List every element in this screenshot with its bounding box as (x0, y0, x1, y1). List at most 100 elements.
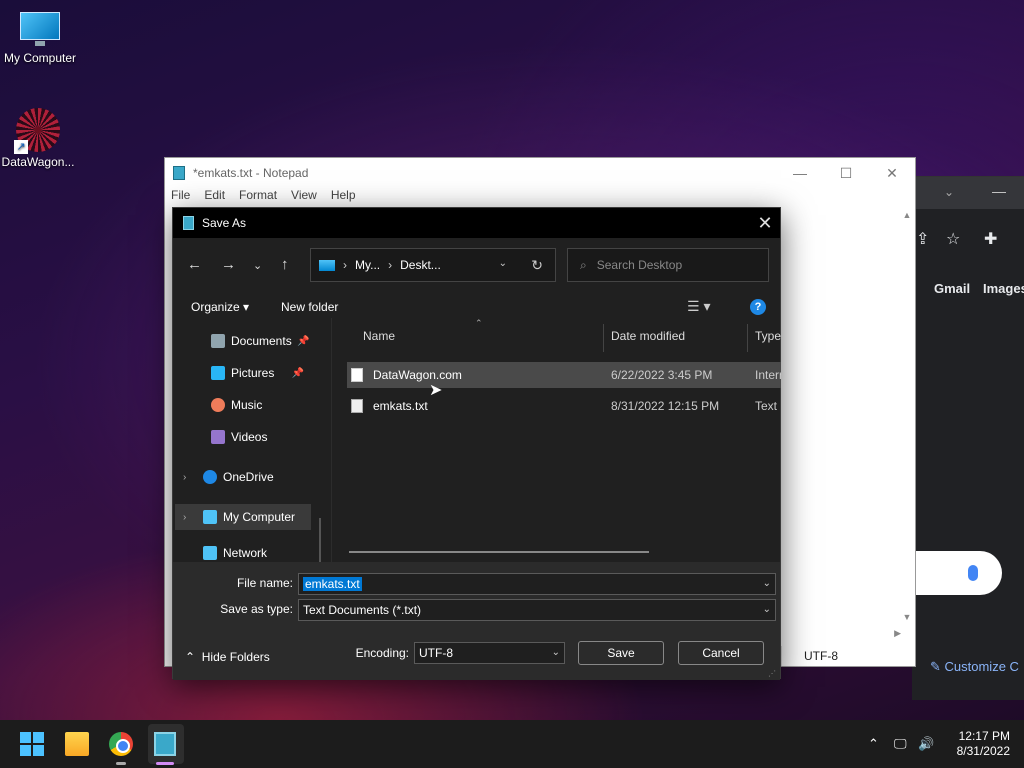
menu-file[interactable]: File (171, 188, 190, 208)
desktop-icon-my-computer[interactable]: My Computer (0, 12, 80, 65)
nav-item-my-computer[interactable]: › My Computer (175, 504, 311, 530)
recent-locations-chevron-icon[interactable]: ⌄ (253, 259, 262, 272)
volume-icon[interactable]: 🔊 (918, 736, 934, 752)
address-dropdown-icon[interactable]: ⌄ (499, 258, 507, 269)
save-type-value: Text Documents (*.txt) (303, 603, 422, 617)
system-clock[interactable]: 12:17 PM 8/31/2022 (944, 729, 1010, 759)
save-as-dialog[interactable]: Save As ✕ ← → ⌄ ↑ › My... › Deskt... ⌄ ↻… (172, 207, 781, 680)
command-bar: Organize ▾ New folder ☰ ▾ ? (173, 298, 780, 318)
pin-icon: 📌 (297, 335, 310, 347)
breadcrumb-my-computer[interactable]: My... (355, 258, 380, 272)
cloud-icon (203, 470, 217, 484)
dialog-titlebar: Save As ✕ (173, 208, 780, 238)
cancel-button[interactable]: Cancel (678, 641, 764, 665)
nav-item-onedrive[interactable]: › OneDrive (183, 464, 274, 490)
nav-item-network[interactable]: › Network (203, 544, 267, 562)
chevron-down-icon[interactable]: ⌄ (552, 647, 560, 658)
hide-folders-button[interactable]: ⌃ Hide Folders (185, 650, 270, 664)
resize-grip-icon[interactable]: ⋰ (768, 669, 776, 678)
chrome-icon[interactable] (109, 732, 133, 756)
google-search-box[interactable] (912, 551, 1002, 595)
status-encoding: UTF-8 (781, 646, 915, 666)
notepad-taskbar-icon[interactable] (154, 732, 176, 756)
nav-item-label: OneDrive (223, 470, 274, 484)
customize-button[interactable]: ✎ Customize C (930, 659, 1019, 675)
search-input[interactable]: ⌕ Search Desktop (567, 248, 769, 282)
network-icon[interactable]: 🖵 (894, 736, 907, 752)
menu-help[interactable]: Help (331, 188, 356, 208)
minimize-icon[interactable]: — (992, 183, 1006, 199)
address-bar[interactable]: › My... › Deskt... ⌄ ↻ (310, 248, 556, 282)
refresh-icon[interactable]: ↻ (531, 257, 543, 274)
file-row-datawagon[interactable]: DataWagon.com 6/22/2022 3:45 PM Internet… (347, 362, 781, 388)
clock-time: 12:17 PM (958, 729, 1010, 743)
chevron-down-icon[interactable]: ⌄ (763, 578, 771, 589)
show-hidden-icons-chevron-icon[interactable]: ⌃ (868, 736, 879, 752)
column-header-name[interactable]: Name (363, 320, 395, 352)
minimize-icon[interactable]: — (777, 165, 823, 182)
search-icon: ⌕ (580, 257, 587, 272)
new-folder-button[interactable]: New folder (281, 300, 338, 314)
notepad-title: *emkats.txt - Notepad (193, 166, 309, 180)
close-icon[interactable]: ✕ (869, 165, 915, 182)
music-icon (211, 398, 225, 412)
clock-date: 8/31/2022 (956, 744, 1010, 758)
maximize-icon[interactable]: ☐ (823, 165, 869, 182)
save-button[interactable]: Save (578, 641, 664, 665)
chevron-down-icon[interactable]: ⌄ (763, 604, 771, 615)
file-list-scrollbar[interactable] (349, 551, 649, 553)
chevron-right-icon[interactable]: › (183, 472, 186, 483)
file-date: 6/22/2022 3:45 PM (611, 368, 713, 382)
text-file-icon (351, 399, 363, 413)
star-icon[interactable]: ☆ (946, 229, 970, 253)
file-row-emkats[interactable]: emkats.txt 8/31/2022 12:15 PM Text Docum… (347, 393, 781, 419)
breadcrumb-separator: › (343, 258, 347, 272)
file-name-value: emkats.txt (303, 577, 362, 591)
vertical-scrollbar[interactable]: ▲ ▼ (901, 210, 913, 630)
menu-format[interactable]: Format (239, 188, 277, 208)
nav-item-music[interactable]: Music (211, 392, 262, 418)
notepad-titlebar: *emkats.txt - Notepad — ☐ ✕ (165, 158, 915, 188)
browser-window[interactable]: ⌄ — ⇪ ☆ ✚ Gmail Images ✎ Customize C (912, 176, 1024, 700)
breadcrumb-separator: › (388, 258, 393, 272)
column-separator[interactable] (747, 324, 748, 352)
back-arrow-icon[interactable]: ← (187, 256, 202, 273)
running-indicator (116, 762, 126, 765)
menu-view[interactable]: View (291, 188, 317, 208)
desktop-icon-label: My Computer (3, 51, 77, 65)
file-name-input[interactable]: emkats.txt ⌄ (298, 573, 776, 595)
computer-icon (203, 510, 217, 524)
nav-item-pictures[interactable]: Pictures 📌 (211, 360, 304, 386)
nav-item-videos[interactable]: Videos (211, 424, 267, 450)
up-arrow-icon[interactable]: ↑ (281, 256, 289, 273)
help-icon[interactable]: ? (750, 299, 766, 315)
nav-item-label: Documents (231, 334, 292, 348)
monitor-icon (18, 12, 62, 48)
view-options-icon[interactable]: ☰ ▾ (687, 298, 710, 315)
share-icon[interactable]: ⇪ (916, 229, 940, 253)
microphone-icon[interactable] (968, 565, 978, 581)
encoding-select[interactable]: UTF-8 ⌄ (414, 642, 565, 664)
close-icon[interactable]: ✕ (750, 213, 780, 234)
extensions-icon[interactable]: ✚ (984, 229, 1008, 253)
file-explorer-icon[interactable] (65, 732, 89, 756)
start-windows-icon[interactable] (20, 732, 44, 756)
notepad-icon (173, 166, 185, 180)
chevron-down-icon[interactable]: ⌄ (944, 185, 954, 199)
organize-button[interactable]: Organize ▾ (191, 300, 249, 314)
column-header-date[interactable]: Date modified (611, 320, 685, 352)
breadcrumb-desktop[interactable]: Deskt... (400, 258, 441, 272)
forward-arrow-icon[interactable]: → (221, 256, 236, 273)
menu-edit[interactable]: Edit (204, 188, 225, 208)
column-header-type[interactable]: Type (755, 320, 781, 352)
chevron-right-icon[interactable]: › (183, 512, 186, 523)
save-type-select[interactable]: Text Documents (*.txt) ⌄ (298, 599, 776, 621)
desktop-icon-datawagon[interactable]: ↗ DataWagon... (0, 108, 78, 169)
images-link[interactable]: Images (983, 281, 1024, 296)
nav-item-documents[interactable]: Documents 📌 (211, 328, 310, 354)
column-separator[interactable] (603, 324, 604, 352)
pane-divider[interactable] (331, 318, 332, 562)
gmail-link[interactable]: Gmail (934, 281, 970, 296)
horizontal-scrollbar[interactable]: ▶ (781, 628, 901, 642)
organize-label: Organize (191, 300, 240, 314)
